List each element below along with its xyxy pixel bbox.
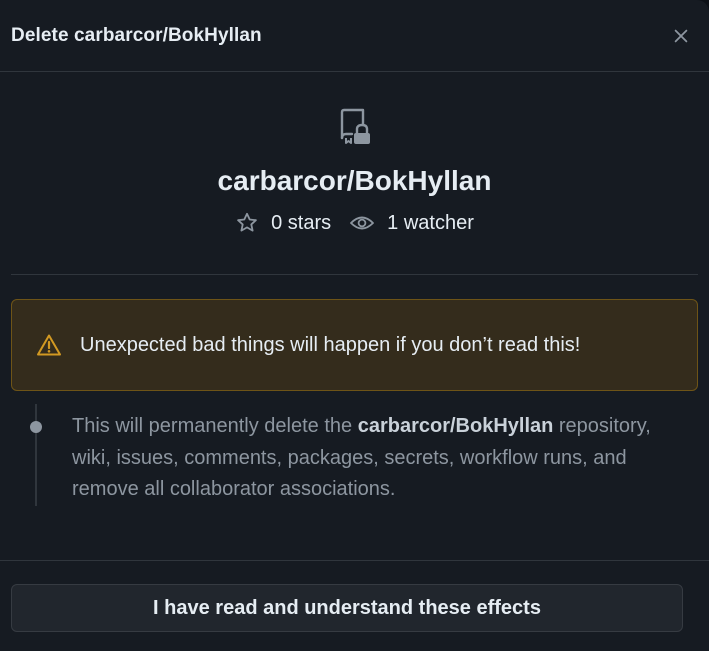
- effects-repo-name: carbarcor/BokHyllan: [357, 415, 554, 437]
- stars-count: 0 stars: [271, 211, 332, 234]
- warning-banner: Unexpected bad things will happen if you…: [11, 299, 698, 391]
- alert-triangle-icon: [37, 334, 61, 356]
- eye-icon: [350, 216, 375, 230]
- dialog-footer: I have read and understand these effects: [0, 560, 709, 651]
- confirm-effects-button[interactable]: I have read and understand these effects: [11, 584, 683, 632]
- star-icon: [237, 212, 257, 232]
- effects-list: This will permanently delete the carbarc…: [11, 404, 698, 509]
- timeline-dot: [30, 421, 42, 433]
- dialog-header: Delete carbarcor/BokHyllan: [0, 0, 709, 72]
- delete-repo-dialog: Delete carbarcor/BokHyllan carbarcor/Bok…: [0, 0, 709, 651]
- repo-stats: 0 stars 1 watcher: [235, 211, 474, 235]
- repo-name: carbarcor/BokHyllan: [217, 165, 492, 196]
- effects-prefix: This will permanently delete the: [72, 415, 358, 437]
- repo-locked-icon: [340, 108, 370, 144]
- x-icon: [674, 29, 688, 42]
- timeline-line: [35, 404, 37, 506]
- watchers-count: 1 watcher: [387, 211, 474, 234]
- warning-text: Unexpected bad things will happen if you…: [80, 333, 581, 356]
- dialog-body: carbarcor/BokHyllan 0 stars 1 watcher Un…: [0, 72, 709, 509]
- close-button[interactable]: [665, 20, 697, 52]
- watchers-stat: 1 watcher: [349, 211, 474, 235]
- effects-description: This will permanently delete the carbarc…: [72, 404, 690, 506]
- stars-stat: 0 stars: [235, 211, 331, 235]
- dialog-title: Delete carbarcor/BokHyllan: [11, 24, 262, 46]
- repo-summary: carbarcor/BokHyllan 0 stars 1 watcher: [11, 72, 698, 275]
